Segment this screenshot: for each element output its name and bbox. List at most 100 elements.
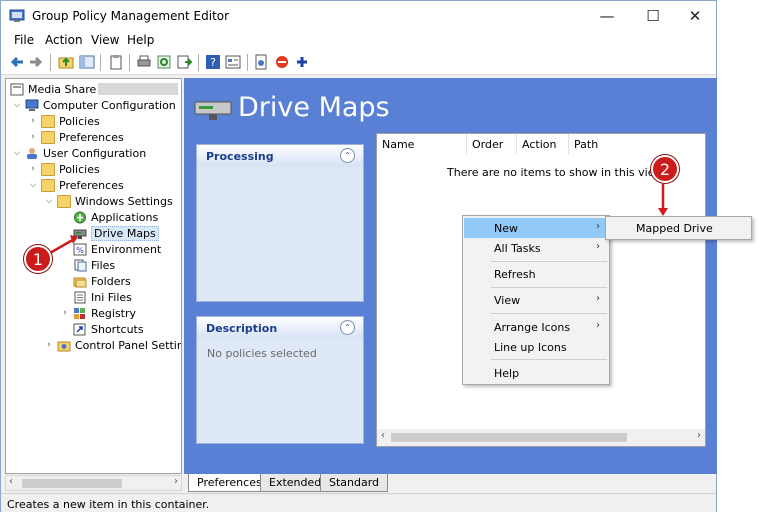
tree-node-environment[interactable]: % Environment (73, 241, 161, 257)
title-bar[interactable]: Group Policy Management Editor — ☐ ✕ (1, 1, 716, 31)
tab-preferences[interactable]: Preferences (188, 474, 271, 492)
print-icon[interactable] (136, 54, 152, 70)
empty-message: There are no items to show in this view. (447, 166, 666, 179)
column-order[interactable]: Order (467, 134, 517, 154)
chevron-down-icon[interactable]: ⌵ (12, 100, 22, 110)
applications-icon (74, 211, 86, 223)
tree-horizontal-scrollbar[interactable]: ‹ › (5, 475, 182, 491)
scrollbar-thumb[interactable] (22, 479, 122, 488)
tree-node-control-panel-settings[interactable]: › Control Panel Setting (44, 337, 182, 353)
files-icon (74, 259, 87, 271)
clipboard-icon[interactable] (108, 54, 124, 70)
show-hide-tree-icon[interactable] (79, 54, 95, 70)
menu-item-line-up-icons[interactable]: Line up Icons (464, 337, 608, 357)
scrollbar-thumb[interactable] (391, 433, 627, 442)
help-icon[interactable]: ? (205, 54, 221, 70)
menu-help[interactable]: Help (127, 33, 154, 47)
folder-icon (41, 178, 55, 192)
tree-label: Folders (91, 274, 131, 288)
menu-separator (491, 287, 607, 288)
tree-label: Control Panel Setting (75, 338, 182, 352)
submenu-arrow-icon: › (596, 221, 600, 232)
menu-item-new[interactable]: New › (464, 218, 608, 238)
view-tabs: Preferences Extended Standard (184, 474, 717, 492)
menu-item-all-tasks[interactable]: All Tasks › (464, 238, 608, 258)
scroll-left-icon[interactable]: ‹ (9, 476, 13, 487)
chevron-down-icon[interactable]: ⌵ (12, 148, 22, 158)
tree-node-folders[interactable]: Folders (73, 273, 131, 289)
stop-icon[interactable] (274, 54, 290, 70)
menu-view[interactable]: View (91, 33, 119, 47)
scroll-right-icon[interactable]: › (697, 430, 701, 441)
tree-node-windows-settings[interactable]: ⌵ Windows Settings (44, 193, 173, 209)
collapse-icon[interactable]: ⌃ (340, 320, 355, 335)
chevron-right-icon[interactable]: › (60, 308, 70, 318)
close-button[interactable]: ✕ (675, 1, 715, 31)
chevron-right-icon[interactable]: › (44, 340, 54, 350)
chevron-right-icon[interactable]: › (28, 164, 38, 174)
tree-node-applications[interactable]: Applications (73, 209, 158, 225)
menu-item-refresh[interactable]: Refresh (464, 264, 608, 284)
tab-standard[interactable]: Standard (320, 474, 389, 492)
tree-node-preferences[interactable]: ⌵ Preferences (28, 177, 124, 193)
tree-node-files[interactable]: Files (73, 257, 115, 273)
tree-node-ini-files[interactable]: Ini Files (73, 289, 132, 305)
menu-action[interactable]: Action (45, 33, 83, 47)
processing-panel: Processing ⌃ (196, 144, 364, 302)
scroll-left-icon[interactable]: ‹ (381, 430, 385, 441)
menu-item-help[interactable]: Help (464, 363, 608, 383)
menu-item-label: Refresh (494, 268, 536, 281)
description-panel-header[interactable]: Description ⌃ (197, 317, 363, 339)
submenu-arrow-icon: › (596, 241, 600, 252)
tree-label: Computer Configuration (43, 98, 176, 112)
refresh-icon[interactable] (156, 54, 172, 70)
ini-files-icon (74, 291, 86, 303)
tree-label: Media Share (28, 82, 97, 96)
maximize-button[interactable]: ☐ (633, 1, 673, 31)
tree-label: Preferences (59, 130, 124, 144)
menu-item-view[interactable]: View › (464, 290, 608, 310)
tree-node-shortcuts[interactable]: Shortcuts (73, 321, 144, 337)
tree-node-policies[interactable]: › Policies (28, 161, 100, 177)
collapse-icon[interactable]: ⌃ (340, 148, 355, 163)
chevron-down-icon[interactable]: ⌵ (44, 196, 54, 206)
forward-arrow-icon[interactable] (28, 54, 44, 70)
drive-maps-header-icon (194, 101, 232, 120)
add-icon[interactable] (294, 54, 310, 70)
tree-node-drive-maps[interactable]: Drive Maps (73, 225, 159, 241)
tree-label: Registry (91, 306, 137, 320)
shortcuts-icon (73, 323, 86, 335)
new-item-icon[interactable] (253, 54, 269, 70)
context-menu: New › All Tasks › Refresh View › Arrange… (462, 215, 610, 385)
up-folder-icon[interactable] (58, 54, 74, 70)
tree-node-registry[interactable]: › Registry (60, 305, 136, 321)
tree-label: Preferences (59, 178, 124, 192)
column-action[interactable]: Action (517, 134, 569, 154)
tree-label: Files (91, 258, 116, 272)
menu-file[interactable]: File (14, 33, 34, 47)
column-path[interactable]: Path (569, 134, 649, 154)
minimize-button[interactable]: — (587, 1, 627, 31)
chevron-right-icon[interactable]: › (28, 116, 38, 126)
menu-item-mapped-drive[interactable]: Mapped Drive (636, 222, 713, 235)
folder-icon (41, 130, 55, 144)
tree-node-user-configuration[interactable]: ⌵ User Configuration (12, 145, 147, 161)
menu-item-arrange-icons[interactable]: Arrange Icons › (464, 317, 608, 337)
chevron-right-icon[interactable]: › (28, 132, 38, 142)
redacted-name (98, 83, 179, 95)
tree-node-root[interactable]: Media Share (10, 81, 179, 97)
list-horizontal-scrollbar[interactable]: ‹ › (377, 429, 705, 446)
tree-node-policies[interactable]: › Policies (28, 113, 100, 129)
gpo-app-icon (9, 9, 25, 22)
scroll-right-icon[interactable]: › (174, 476, 178, 487)
tree-label: Policies (59, 162, 100, 176)
export-list-icon[interactable] (176, 54, 192, 70)
tree-node-preferences[interactable]: › Preferences (28, 129, 124, 145)
chevron-down-icon[interactable]: ⌵ (28, 180, 38, 190)
tree-node-computer-configuration[interactable]: ⌵ Computer Configuration (12, 97, 176, 113)
column-name[interactable]: Name (377, 134, 467, 154)
processing-panel-header[interactable]: Processing ⌃ (197, 145, 363, 167)
back-arrow-icon[interactable] (9, 54, 25, 70)
properties-icon[interactable] (225, 54, 241, 70)
folders-icon (73, 277, 87, 287)
